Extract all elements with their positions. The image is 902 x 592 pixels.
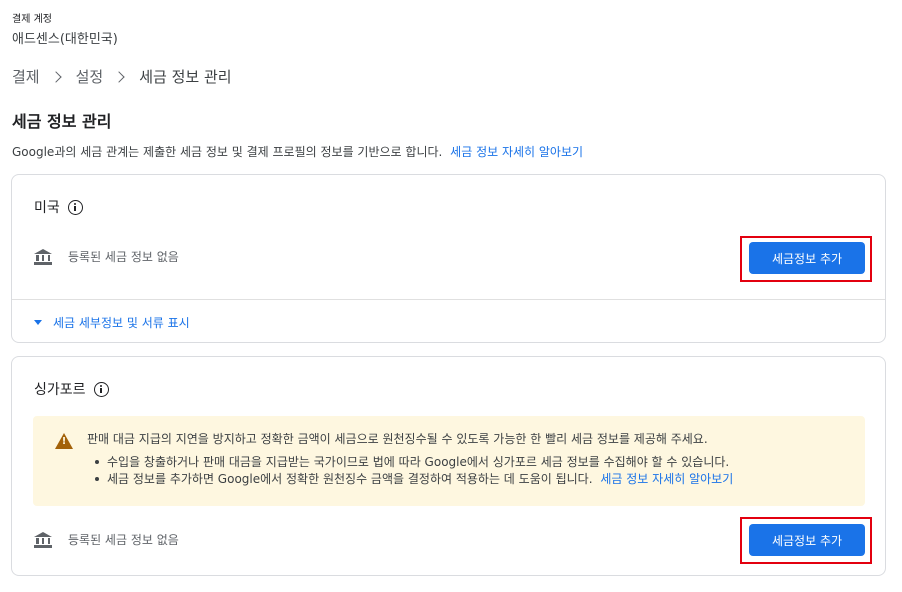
divider bbox=[12, 299, 885, 300]
warning-message: 판매 대금 지급의 지연을 방지하고 정확한 금액이 세금으로 원천징수될 수 … bbox=[87, 432, 708, 446]
intro-description: Google과의 세금 관계는 제출한 세금 정보 및 결제 프로필의 정보를 … bbox=[12, 145, 443, 159]
warning-list: 수입을 창출하거나 판매 대금을 지급받는 국가이므로 법에 따라 Google… bbox=[94, 455, 733, 489]
learn-more-link[interactable]: 세금 정보 자세히 알아보기 bbox=[600, 472, 733, 486]
account-caption: 결제 계정 bbox=[12, 14, 52, 25]
breadcrumb-current: 세금 정보 관리 bbox=[139, 68, 232, 86]
info-icon[interactable] bbox=[93, 381, 109, 397]
bank-icon bbox=[34, 248, 52, 265]
tax-status-row: 등록된 세금 정보 없음 bbox=[34, 531, 179, 548]
bank-icon bbox=[34, 531, 52, 548]
show-tax-details-link[interactable]: 세금 세부정보 및 서류 표시 bbox=[34, 314, 190, 331]
card-title-us: 미국 bbox=[34, 197, 83, 217]
breadcrumb-settings[interactable]: 설정 bbox=[76, 66, 104, 87]
highlight-box bbox=[740, 236, 872, 282]
warning-banner: ! 판매 대금 지급의 지연을 방지하고 정확한 금액이 세금으로 원천징수될 … bbox=[33, 416, 865, 506]
warning-bullet-1: 수입을 창출하거나 판매 대금을 지급받는 국가이므로 법에 따라 Google… bbox=[94, 455, 733, 469]
card-title-sg: 싱가포르 bbox=[34, 379, 109, 399]
breadcrumb-billing[interactable]: 결제 bbox=[12, 66, 40, 87]
tax-status-text: 등록된 세금 정보 없음 bbox=[68, 250, 179, 264]
account-name: 애드센스(대한민국) bbox=[12, 32, 118, 47]
warning-icon-mark: ! bbox=[61, 436, 67, 447]
chevron-right-icon bbox=[113, 70, 125, 83]
warning-bullet-2: 세금 정보를 추가하면 Google에서 정확한 원천징수 금액을 결정하여 적… bbox=[94, 472, 733, 486]
show-tax-details-label: 세금 세부정보 및 서류 표시 bbox=[53, 316, 190, 330]
breadcrumb: 결제 설정 세금 정보 관리 bbox=[12, 66, 232, 87]
chevron-right-icon bbox=[49, 70, 62, 83]
country-name: 미국 bbox=[34, 200, 60, 216]
page-title: 세금 정보 관리 bbox=[12, 112, 112, 131]
highlight-box bbox=[740, 517, 872, 564]
country-name: 싱가포르 bbox=[34, 382, 86, 398]
tax-status-text: 등록된 세금 정보 없음 bbox=[68, 533, 179, 547]
caret-down-icon bbox=[34, 320, 42, 325]
info-icon[interactable] bbox=[67, 199, 83, 215]
tax-status-row: 등록된 세금 정보 없음 bbox=[34, 248, 179, 265]
warning-bullet-2-text: 세금 정보를 추가하면 Google에서 정확한 원천징수 금액을 결정하여 적… bbox=[107, 472, 593, 486]
learn-more-link[interactable]: 세금 정보 자세히 알아보기 bbox=[450, 145, 583, 159]
intro-text: Google과의 세금 관계는 제출한 세금 정보 및 결제 프로필의 정보를 … bbox=[12, 143, 583, 160]
